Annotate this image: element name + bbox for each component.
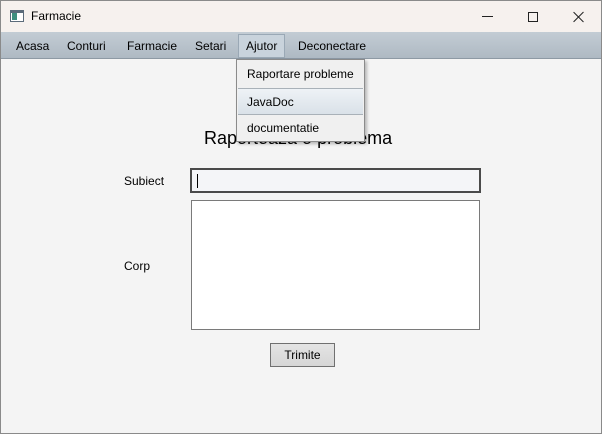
dropdown-item-documentatie[interactable]: documentatie: [238, 115, 363, 141]
body-textarea[interactable]: [191, 200, 480, 330]
close-button[interactable]: [556, 1, 601, 32]
window-title: Farmacie: [31, 9, 82, 23]
menu-acasa[interactable]: Acasa: [9, 34, 56, 58]
minimize-icon: [481, 16, 493, 17]
menu-setari[interactable]: Setari: [188, 34, 233, 58]
maximize-button[interactable]: [510, 1, 556, 32]
close-icon: [573, 11, 585, 23]
menu-ajutor[interactable]: Ajutor: [238, 34, 286, 58]
subject-label: Subiect: [124, 174, 165, 188]
body-label: Corp: [124, 259, 151, 273]
maximize-icon: [528, 11, 538, 22]
minimize-button[interactable]: [464, 1, 510, 32]
submit-button[interactable]: Trimite: [270, 343, 335, 367]
menu-deconectare[interactable]: Deconectare: [291, 34, 373, 58]
ajutor-dropdown-menu: Raportare probleme JavaDoc documentatie: [236, 59, 365, 142]
app-icon: [10, 10, 24, 22]
subject-input[interactable]: [190, 168, 481, 193]
text-caret: [197, 174, 198, 188]
menu-conturi[interactable]: Conturi: [60, 34, 113, 58]
menu-bar: Acasa Conturi Farmacie Setari Ajutor Dec…: [1, 32, 601, 59]
menu-farmacie[interactable]: Farmacie: [120, 34, 184, 58]
dropdown-item-raportare-probleme[interactable]: Raportare probleme: [238, 61, 363, 87]
app-window: Farmacie Acasa Conturi Farmacie Setari A…: [0, 0, 602, 434]
title-bar[interactable]: Farmacie: [1, 1, 601, 32]
dropdown-item-javadoc[interactable]: JavaDoc: [238, 89, 363, 115]
